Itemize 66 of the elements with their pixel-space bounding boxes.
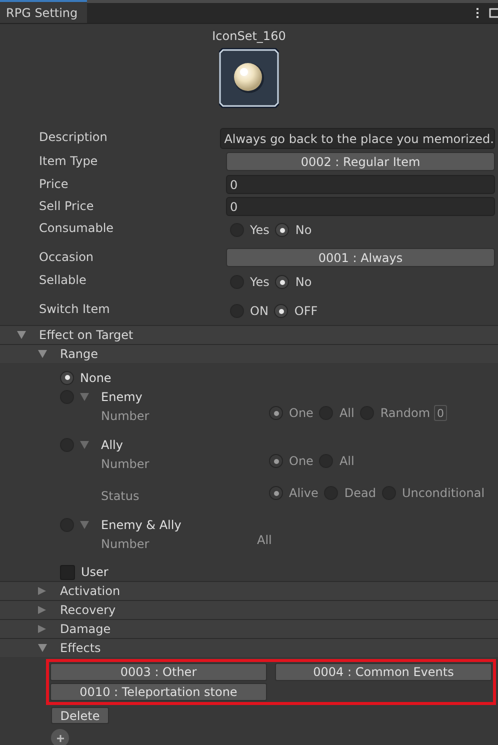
- foldout-header[interactable]: Range: [0, 344, 498, 363]
- setting-label: Status: [101, 488, 140, 503]
- radio-option[interactable]: No: [275, 275, 312, 289]
- setting-value: All: [257, 533, 272, 547]
- radio-option[interactable]: Alive: [269, 486, 318, 500]
- foldout-header[interactable]: Damage: [0, 619, 498, 638]
- radio-option[interactable]: All: [319, 454, 354, 468]
- expand-triangle-icon[interactable]: [17, 331, 26, 339]
- field-label: Occasion: [39, 249, 95, 264]
- add-button[interactable]: [51, 729, 69, 745]
- more-options-icon[interactable]: [476, 8, 479, 18]
- icon-name: IconSet_160: [212, 29, 286, 43]
- collapse-triangle-icon[interactable]: [38, 625, 47, 633]
- radio-option[interactable]: OFF: [274, 304, 318, 318]
- dropdown-button[interactable]: 0001 : Always: [226, 248, 495, 267]
- setting-label: Number: [101, 408, 150, 423]
- expand-triangle-icon[interactable]: [80, 520, 89, 528]
- range-option-label: Enemy & Ally: [101, 518, 182, 532]
- range-option-label: None: [80, 370, 112, 384]
- radio-option[interactable]: Unconditional: [382, 486, 485, 500]
- window-tab[interactable]: RPG Setting: [0, 0, 87, 23]
- expand-triangle-icon[interactable]: [80, 392, 89, 400]
- field-label: Description: [39, 129, 108, 144]
- radio-option[interactable]: Yes: [230, 223, 270, 237]
- effect-button[interactable]: 0010 : Teleportation stone: [50, 683, 267, 701]
- foldout-header[interactable]: Recovery: [0, 600, 498, 619]
- dropdown-button[interactable]: 0002 : Regular Item: [226, 152, 495, 171]
- field-label: Consumable: [39, 220, 115, 235]
- checkbox[interactable]: [60, 564, 75, 580]
- field-label: Switch Item: [39, 301, 111, 316]
- checkbox-label: User: [81, 565, 108, 579]
- foldout-header[interactable]: Effect on Target: [0, 325, 498, 344]
- effect-button[interactable]: 0004 : Common Events: [275, 663, 492, 681]
- foldout-header[interactable]: Effects: [0, 638, 498, 657]
- field-label: Sellable: [39, 272, 88, 287]
- radio-option[interactable]: Random: [360, 406, 430, 420]
- description-field[interactable]: Always go back to the place you memorized.: [220, 128, 495, 149]
- expand-triangle-icon[interactable]: [38, 644, 47, 652]
- radio-option[interactable]: One: [269, 454, 314, 468]
- radio-option[interactable]: ON: [230, 304, 268, 318]
- radio-button[interactable]: [60, 370, 74, 384]
- radio-option[interactable]: All: [319, 406, 354, 420]
- expand-triangle-icon[interactable]: [38, 350, 47, 358]
- pearl-icon[interactable]: [218, 47, 280, 109]
- radio-option[interactable]: No: [275, 223, 312, 237]
- field-label: Item Type: [39, 153, 99, 168]
- number-field[interactable]: 0: [226, 197, 495, 216]
- maximize-icon[interactable]: [489, 8, 498, 18]
- number-field[interactable]: 0: [226, 175, 495, 194]
- range-option-label: Enemy: [101, 390, 142, 404]
- field-label: Price: [39, 176, 70, 191]
- radio-option[interactable]: Yes: [230, 275, 270, 289]
- expand-triangle-icon[interactable]: [80, 440, 89, 448]
- collapse-triangle-icon[interactable]: [38, 587, 47, 595]
- plus-icon: [56, 734, 64, 742]
- collapse-triangle-icon[interactable]: [38, 606, 47, 614]
- field-label: Sell Price: [39, 198, 95, 213]
- setting-label: Number: [101, 456, 150, 471]
- setting-label: Number: [101, 536, 150, 551]
- count-field[interactable]: 0: [434, 405, 448, 421]
- delete-button[interactable]: Delete: [51, 707, 109, 724]
- radio-option[interactable]: Dead: [324, 486, 376, 500]
- radio-option[interactable]: One: [269, 406, 314, 420]
- effect-button[interactable]: 0003 : Other: [50, 663, 267, 681]
- foldout-header[interactable]: Activation: [0, 581, 498, 600]
- range-option-label: Ally: [101, 438, 123, 452]
